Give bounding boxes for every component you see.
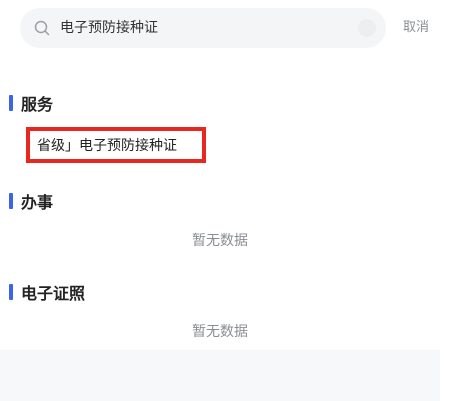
search-results-page: 电子预防接种证 取消 服务 省级」电子预防接种证 办事 暂无数据 电子证照 暂无…: [0, 0, 440, 401]
empty-state-text: 暂无数据: [192, 233, 248, 249]
section-title: 电子证照: [21, 284, 86, 303]
section-title: 服务: [21, 95, 54, 114]
section-accent-bar: [9, 95, 13, 111]
bottom-background: [0, 350, 440, 401]
section-header-services: 服务: [9, 93, 54, 114]
section-header-licenses: 电子证照: [9, 282, 86, 303]
service-result-item[interactable]: 省级」电子预防接种证: [26, 127, 206, 163]
section-header-affairs: 办事: [9, 191, 54, 212]
service-result-label: 省级」电子预防接种证: [37, 138, 177, 154]
clear-icon[interactable]: [358, 19, 376, 37]
search-query-text: 电子预防接种证: [60, 20, 158, 36]
section-accent-bar: [9, 193, 13, 209]
search-input[interactable]: 电子预防接种证: [20, 8, 386, 48]
search-icon: [34, 20, 50, 36]
section-title: 办事: [21, 193, 54, 212]
section-accent-bar: [9, 284, 13, 300]
right-margin: [440, 0, 460, 401]
cancel-button[interactable]: 取消: [403, 8, 429, 48]
empty-state-text: 暂无数据: [192, 324, 248, 340]
